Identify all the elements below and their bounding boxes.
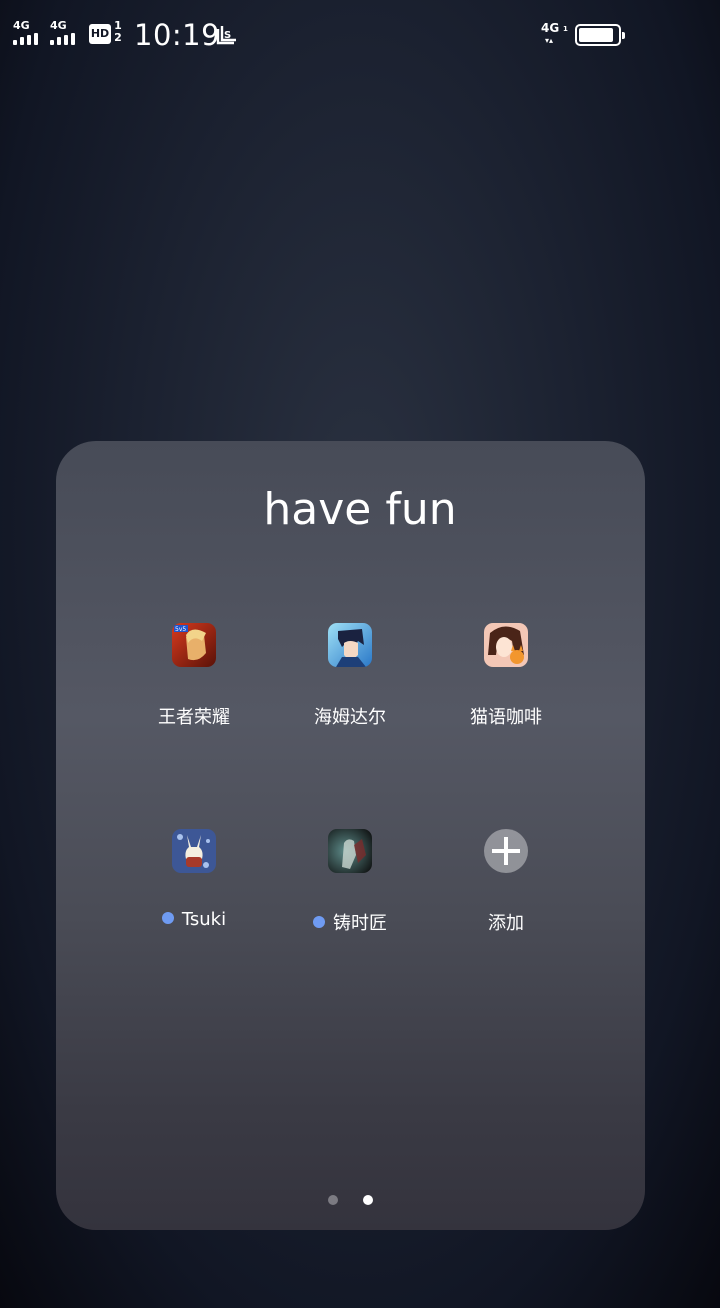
app-label: 铸时匠 bbox=[333, 913, 387, 934]
app-label: 海姆达尔 bbox=[314, 707, 386, 728]
app-clockmaker[interactable]: 铸时匠 bbox=[272, 829, 428, 959]
network-arrows: ▾▴ bbox=[545, 36, 554, 45]
heimdall-icon[interactable] bbox=[328, 623, 372, 667]
app-honor-of-kings[interactable]: 5v5 王者荣耀 bbox=[116, 623, 272, 753]
app-cat-cafe[interactable]: 猫语咖啡 bbox=[428, 623, 584, 753]
sim2-signal: 4G bbox=[50, 20, 82, 48]
app-label-row: Tsuki bbox=[116, 909, 272, 930]
signal-icon bbox=[50, 33, 82, 45]
svg-text:S: S bbox=[224, 30, 231, 41]
folder-title[interactable]: have fun bbox=[0, 484, 720, 535]
tsuki-icon[interactable] bbox=[172, 829, 216, 873]
data-activity-icon: 4G 1 ▾▴ bbox=[541, 21, 568, 50]
new-app-dot bbox=[313, 916, 325, 928]
hd-sub-bottom: 2 bbox=[114, 31, 122, 44]
add-icon[interactable] bbox=[484, 829, 528, 873]
cat-cafe-icon[interactable] bbox=[484, 623, 528, 667]
network-sub: 1 bbox=[563, 25, 568, 33]
add-app-button[interactable]: 添加 bbox=[428, 829, 584, 959]
app-label: 王者荣耀 bbox=[158, 707, 230, 728]
hd-sim-indicator: 1 2 bbox=[113, 20, 123, 44]
page-indicator bbox=[0, 1195, 720, 1207]
clock: 10:19 bbox=[134, 18, 221, 52]
sim1-signal: 4G bbox=[13, 20, 45, 48]
app-label-row: 铸时匠 bbox=[272, 909, 428, 935]
status-bar: 4G 4G HD 1 2 10:19 S 4G 1 ▾▴ bbox=[0, 0, 720, 72]
app-tsuki[interactable]: Tsuki bbox=[116, 829, 272, 959]
honor-of-kings-icon[interactable]: 5v5 bbox=[172, 623, 216, 667]
page-dot-2[interactable] bbox=[363, 1195, 373, 1205]
battery-fill bbox=[579, 28, 613, 42]
clockmaker-icon[interactable] bbox=[328, 829, 372, 873]
screenshot-icon: S bbox=[216, 26, 236, 45]
battery-nub bbox=[622, 32, 625, 39]
battery-icon bbox=[575, 24, 625, 46]
app-heimdall[interactable]: 海姆达尔 bbox=[272, 623, 428, 753]
svg-text:5v5: 5v5 bbox=[175, 626, 186, 633]
app-label: 猫语咖啡 bbox=[470, 707, 542, 728]
hd-voice-icon: HD bbox=[89, 24, 111, 44]
sim1-label: 4G bbox=[13, 19, 30, 32]
page-dot-1[interactable] bbox=[328, 1195, 338, 1205]
sim2-label: 4G bbox=[50, 19, 67, 32]
network-label: 4G bbox=[541, 21, 560, 35]
add-app-label: 添加 bbox=[488, 913, 524, 934]
signal-icon bbox=[13, 33, 45, 45]
new-app-dot bbox=[161, 912, 174, 924]
app-label: Tsuki bbox=[181, 909, 227, 930]
